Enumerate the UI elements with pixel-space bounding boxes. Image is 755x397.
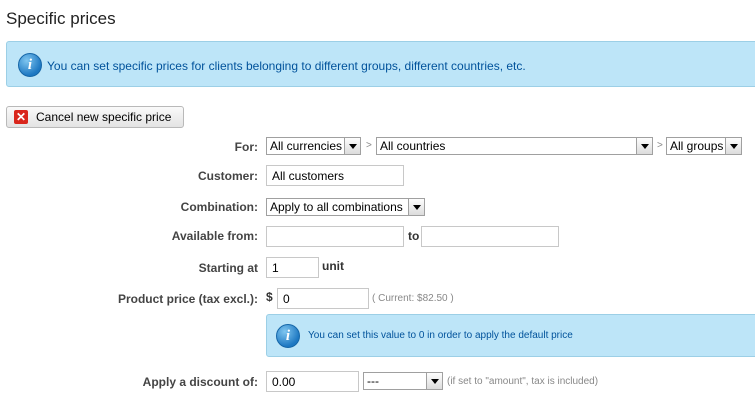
- combination-select[interactable]: Apply to all combinations: [266, 198, 425, 216]
- product-price-input[interactable]: [277, 288, 369, 309]
- currency-symbol: $: [266, 290, 273, 304]
- starting-at-input[interactable]: [266, 257, 319, 278]
- currency-select-value: All currencies: [270, 139, 343, 153]
- country-select[interactable]: All countries: [376, 137, 653, 155]
- price-info-note: i You can set this value to 0 in order t…: [266, 314, 755, 357]
- available-to-input[interactable]: [421, 226, 559, 247]
- country-select-value: All countries: [380, 139, 446, 153]
- discount-input[interactable]: [266, 371, 359, 392]
- currency-select[interactable]: All currencies: [266, 137, 361, 155]
- combination-label: Combination:: [180, 200, 258, 214]
- chevron-down-icon: [344, 138, 360, 154]
- customer-input[interactable]: [266, 165, 404, 186]
- info-banner: i You can set specific prices for client…: [6, 41, 755, 87]
- customer-label: Customer:: [197, 169, 258, 183]
- separator: >: [366, 140, 372, 151]
- unit-label: unit: [322, 259, 344, 273]
- cancel-button-label: Cancel new specific price: [36, 110, 172, 124]
- page-title: Specific prices: [6, 9, 116, 28]
- cancel-new-specific-price-button[interactable]: ✕ Cancel new specific price: [6, 106, 184, 128]
- for-label: For:: [234, 140, 258, 154]
- discount-type-select[interactable]: ---: [363, 372, 443, 390]
- chevron-down-icon: [725, 138, 741, 154]
- starting-at-label: Starting at: [198, 261, 258, 275]
- to-label: to: [408, 229, 420, 243]
- info-banner-message: You can set specific prices for clients …: [47, 59, 526, 73]
- group-select[interactable]: All groups: [666, 137, 742, 155]
- info-icon: i: [276, 324, 300, 348]
- separator: >: [657, 140, 663, 151]
- available-from-input[interactable]: [266, 226, 404, 247]
- chevron-down-icon: [408, 199, 424, 215]
- product-price-label: Product price (tax excl.):: [117, 292, 258, 306]
- chevron-down-icon: [636, 138, 652, 154]
- available-from-label: Available from:: [171, 229, 258, 243]
- current-price-hint: ( Current: $82.50 ): [372, 293, 454, 304]
- info-icon: i: [18, 53, 42, 77]
- discount-type-value: ---: [367, 374, 379, 388]
- combination-select-value: Apply to all combinations: [270, 200, 403, 214]
- group-select-value: All groups: [670, 139, 724, 153]
- price-info-message: You can set this value to 0 in order to …: [308, 330, 573, 341]
- cancel-icon: ✕: [14, 110, 28, 124]
- discount-hint: (if set to "amount", tax is included): [447, 376, 599, 387]
- chevron-down-icon: [426, 373, 442, 389]
- discount-label: Apply a discount of:: [142, 375, 258, 389]
